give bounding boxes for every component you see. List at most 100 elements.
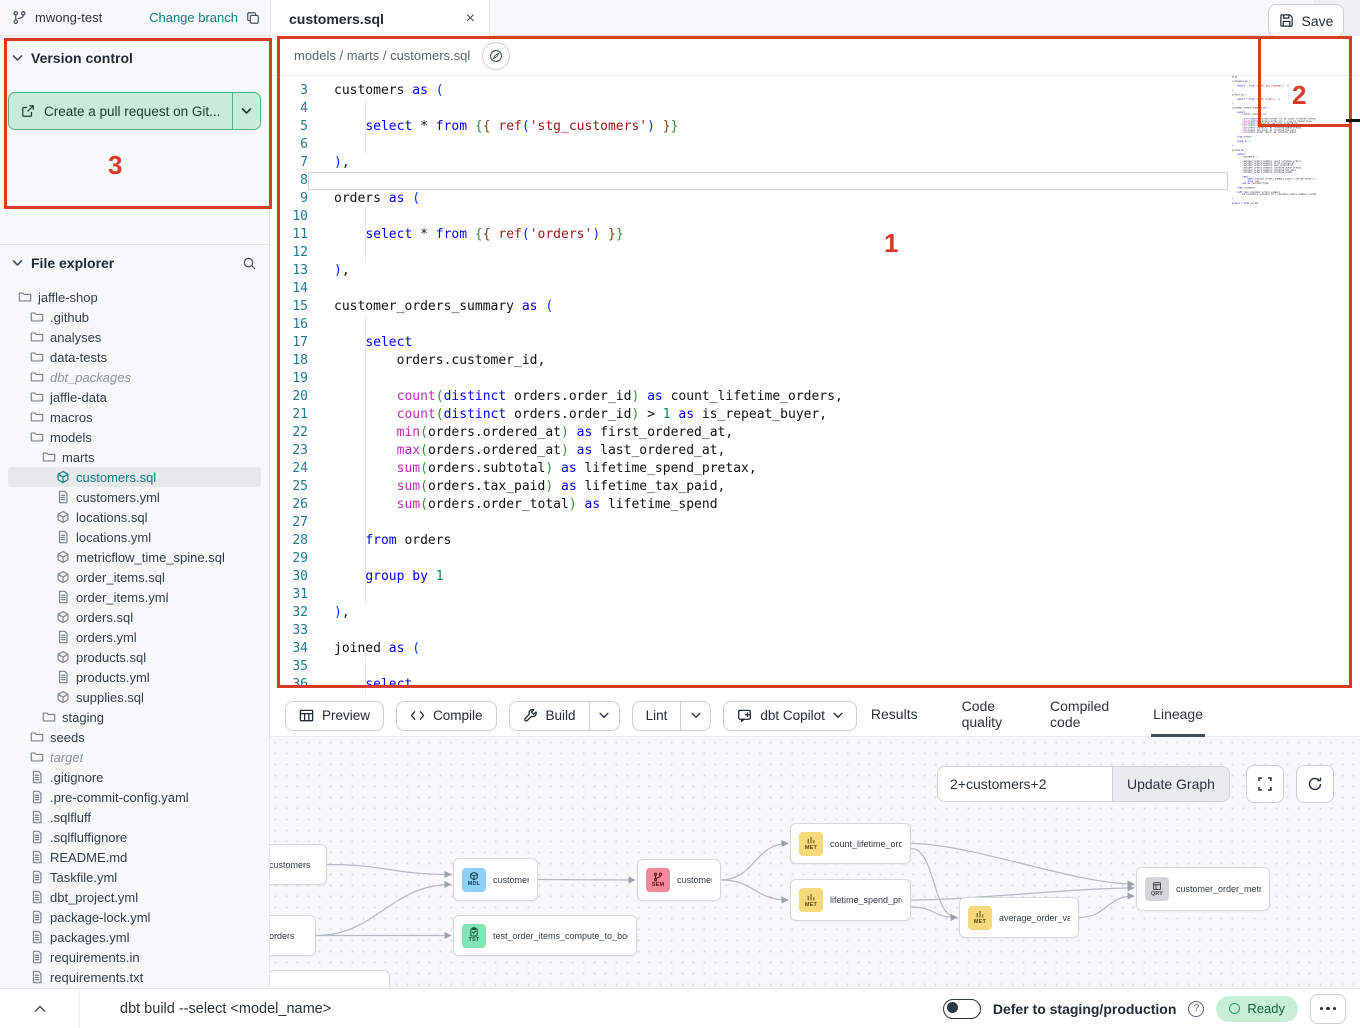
tree-item-supplies-sql[interactable]: supplies.sql (8, 687, 261, 707)
tree-item-target[interactable]: target (8, 747, 261, 767)
code-area[interactable]: 23customers as (45 select * from {{ ref(… (270, 76, 1360, 695)
code-line-27[interactable]: 27 (270, 514, 1360, 532)
code-line-17[interactable]: 17 select (270, 334, 1360, 352)
tree-item-dbt-packages[interactable]: dbt_packages (8, 367, 261, 387)
tree-item-order-items-sql[interactable]: order_items.sql (8, 567, 261, 587)
lineage-filter-input[interactable] (938, 767, 1112, 801)
tree-item-orders-yml[interactable]: orders.yml (8, 627, 261, 647)
defer-toggle[interactable] (943, 999, 981, 1019)
tree-item-marts[interactable]: marts (8, 447, 261, 467)
copilot-circle-button[interactable] (482, 42, 510, 70)
code-line-16[interactable]: 16 (270, 316, 1360, 334)
code-line-20[interactable]: 20 count(distinct orders.order_id) as co… (270, 388, 1360, 406)
tree-item-data-tests[interactable]: data-tests (8, 347, 261, 367)
build-button[interactable]: Build (510, 702, 589, 730)
tree-item-locations-sql[interactable]: locations.sql (8, 507, 261, 527)
more-options-button[interactable] (1310, 994, 1346, 1024)
tree-item-jaffle-data[interactable]: jaffle-data (8, 387, 261, 407)
build-dropdown[interactable] (589, 702, 619, 730)
collapse-panel-button[interactable] (0, 989, 80, 1028)
version-control-header[interactable]: Version control (8, 48, 261, 66)
tree-item-products-sql[interactable]: products.sql (8, 647, 261, 667)
code-line-4[interactable]: 4 (270, 100, 1360, 118)
lineage-node-customers-model[interactable]: MDLcustomers (453, 858, 538, 901)
tree-item--sqlfluff[interactable]: .sqlfluff (8, 807, 261, 827)
code-line-19[interactable]: 19 (270, 370, 1360, 388)
tree-item-models[interactable]: models (8, 427, 261, 447)
minimap[interactable]: with customers as ( select * from {{ ref… (1232, 76, 1316, 216)
lineage-node-partial-node[interactable] (270, 970, 390, 988)
update-graph-button[interactable]: Update Graph (1112, 767, 1229, 801)
tree-item--gitignore[interactable]: .gitignore (8, 767, 261, 787)
search-icon[interactable] (242, 256, 257, 271)
tree-item-metricflow-time-spine-sql[interactable]: metricflow_time_spine.sql (8, 547, 261, 567)
create-pull-request-button[interactable]: Create a pull request on Git... (8, 92, 261, 130)
code-line-31[interactable]: 31 (270, 586, 1360, 604)
pull-request-dropdown[interactable] (232, 93, 260, 129)
tree-item-dbt-project-yml[interactable]: dbt_project.yml (8, 887, 261, 907)
tree-item-locations-yml[interactable]: locations.yml (8, 527, 261, 547)
code-line-34[interactable]: 34joined as ( (270, 640, 1360, 658)
create-pull-request-main[interactable]: Create a pull request on Git... (9, 93, 232, 129)
code-line-6[interactable]: 6 (270, 136, 1360, 154)
tree-item--github[interactable]: .github (8, 307, 261, 327)
code-line-30[interactable]: 30 group by 1 (270, 568, 1360, 586)
tree-item-staging[interactable]: staging (8, 707, 261, 727)
code-line-25[interactable]: 25 sum(orders.tax_paid) as lifetime_tax_… (270, 478, 1360, 496)
lineage-node-average-order-value[interactable]: METaverage_order_value (959, 897, 1079, 938)
file-explorer-header[interactable]: File explorer (8, 255, 261, 271)
tab-lineage[interactable]: Lineage (1151, 695, 1205, 737)
code-line-36[interactable]: 36 select (270, 676, 1360, 694)
fullscreen-button[interactable] (1246, 765, 1284, 803)
compile-button[interactable]: Compile (396, 701, 497, 731)
refresh-button[interactable] (1296, 765, 1334, 803)
lint-dropdown[interactable] (680, 702, 710, 730)
tree-item-customers-sql[interactable]: customers.sql (8, 467, 261, 487)
tree-item-analyses[interactable]: analyses (8, 327, 261, 347)
lineage-node-customers-semantic[interactable]: SEMcustomers (637, 859, 721, 901)
lineage-node-lifetime-spend-pretax[interactable]: METlifetime_spend_pretax (790, 879, 911, 921)
dbt-copilot-button[interactable]: dbt Copilot (723, 701, 857, 731)
code-line-35[interactable]: 35 (270, 658, 1360, 676)
code-line-3[interactable]: 3customers as ( (270, 82, 1360, 100)
copy-icon[interactable] (246, 11, 260, 25)
tab-code-quality[interactable]: Code quality (960, 695, 1008, 737)
tree-item-products-yml[interactable]: products.yml (8, 667, 261, 687)
lineage-node-orders[interactable]: orders (270, 915, 316, 956)
code-line-9[interactable]: 9orders as ( (270, 190, 1360, 208)
preview-button[interactable]: Preview (285, 701, 384, 731)
tree-item-jaffle-shop[interactable]: jaffle-shop (8, 287, 261, 307)
code-line-7[interactable]: 7), (270, 154, 1360, 172)
lint-button[interactable]: Lint (633, 702, 681, 730)
code-line-5[interactable]: 5 select * from {{ ref('stg_customers') … (270, 118, 1360, 136)
change-branch-link[interactable]: Change branch (149, 10, 238, 25)
code-line-8[interactable]: 8 (270, 172, 1360, 190)
code-line-32[interactable]: 32), (270, 604, 1360, 622)
tree-item-readme-md[interactable]: README.md (8, 847, 261, 867)
code-line-15[interactable]: 15customer_orders_summary as ( (270, 298, 1360, 316)
code-line-24[interactable]: 24 sum(orders.subtotal) as lifetime_spen… (270, 460, 1360, 478)
lineage-panel[interactable]: stg_customersorders MDLcustomers TSTtest_o… (270, 737, 1360, 988)
tree-item-requirements-in[interactable]: requirements.in (8, 947, 261, 967)
code-line-18[interactable]: 18 orders.customer_id, (270, 352, 1360, 370)
tree-item-packages-yml[interactable]: packages.yml (8, 927, 261, 947)
lineage-node-stg-customers[interactable]: stg_customers (270, 844, 327, 885)
tab-compiled-code[interactable]: Compiled code (1048, 695, 1111, 737)
code-line-22[interactable]: 22 min(orders.ordered_at) as first_order… (270, 424, 1360, 442)
code-line-11[interactable]: 11 select * from {{ ref('orders') }} (270, 226, 1360, 244)
tab-results[interactable]: Results (869, 695, 920, 737)
tree-item-package-lock-yml[interactable]: package-lock.yml (8, 907, 261, 927)
tree-item-order-items-yml[interactable]: order_items.yml (8, 587, 261, 607)
code-line-33[interactable]: 33 (270, 622, 1360, 640)
tree-item-taskfile-yml[interactable]: Taskfile.yml (8, 867, 261, 887)
code-line-13[interactable]: 13), (270, 262, 1360, 280)
lineage-node-count-lifetime-orders[interactable]: METcount_lifetime_orders (790, 823, 911, 864)
lineage-node-test-order-items[interactable]: TSTtest_order_items_compute_to_bools... (453, 915, 637, 956)
help-icon[interactable]: ? (1188, 1001, 1204, 1017)
editor-tab-customers-sql[interactable]: customers.sql × (270, 0, 490, 37)
tree-item-orders-sql[interactable]: orders.sql (8, 607, 261, 627)
tree-item-macros[interactable]: macros (8, 407, 261, 427)
code-line-26[interactable]: 26 sum(orders.order_total) as lifetime_s… (270, 496, 1360, 514)
tree-item--sqlfluffignore[interactable]: .sqlfluffignore (8, 827, 261, 847)
code-line-14[interactable]: 14 (270, 280, 1360, 298)
